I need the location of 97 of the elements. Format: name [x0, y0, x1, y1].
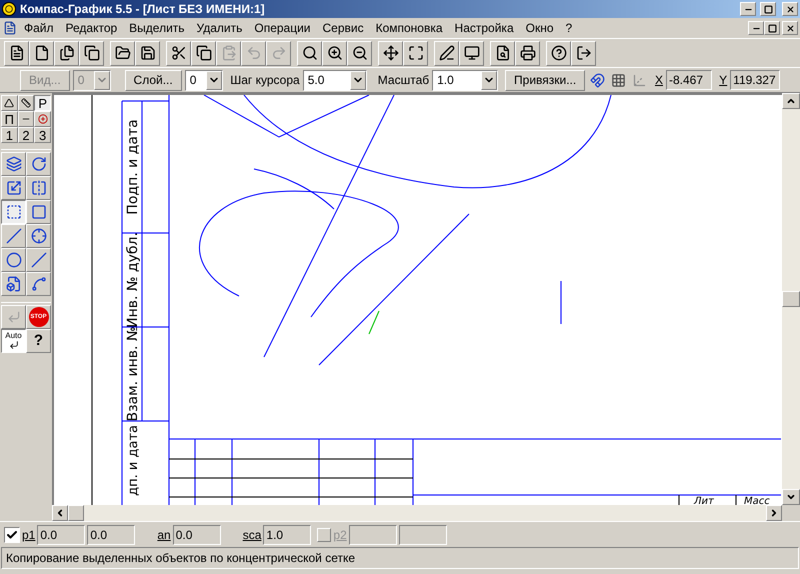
minimize-document-button[interactable]	[748, 21, 764, 35]
preview-icon[interactable]	[490, 40, 515, 66]
x-coordinate-field: -8.467	[666, 70, 712, 90]
maximize-icon	[768, 24, 776, 32]
menu-item[interactable]: Настройка	[448, 19, 520, 37]
maximize-button[interactable]	[760, 2, 776, 16]
document-icon[interactable]	[2, 20, 18, 36]
mode-icon[interactable]	[34, 111, 51, 127]
mode-icon[interactable]	[18, 111, 34, 127]
magnifier-icon[interactable]	[297, 40, 322, 66]
menu-item[interactable]: Выделить	[123, 19, 191, 37]
scale-factor-field[interactable]: 1.0	[263, 524, 312, 544]
check-icon	[6, 528, 18, 540]
x-coordinate-label: X	[654, 72, 663, 89]
title-block-label: Лит	[694, 496, 714, 505]
scale-label: Масштаб	[378, 72, 430, 89]
pages-icon[interactable]	[79, 40, 104, 66]
p1-label: p1	[22, 526, 36, 544]
mirror-icon[interactable]	[26, 176, 51, 200]
menu-item[interactable]: Удалить	[190, 19, 248, 37]
dropdown-field[interactable]: 1.0	[432, 70, 498, 90]
mode-icon[interactable]	[18, 95, 34, 111]
scroll-up-icon[interactable]	[782, 93, 800, 109]
p1-checkbox[interactable]	[4, 526, 20, 542]
maximize-icon	[764, 4, 772, 14]
mode-button[interactable]: 3	[34, 127, 51, 143]
stamp-label: Подп. и дата	[125, 119, 141, 215]
cursor-step-label: Шаг курсора	[230, 72, 300, 89]
scroll-right-icon[interactable]	[766, 505, 782, 521]
exit-door-icon[interactable]	[571, 40, 596, 66]
stamp-label: Взам. инв. №	[125, 326, 141, 422]
menu-item[interactable]: Окно	[520, 19, 560, 37]
angle-field[interactable]: 0.0	[172, 524, 221, 544]
horizontal-scrollbar[interactable]	[52, 505, 782, 521]
restore-document-button[interactable]	[764, 21, 780, 35]
dropdown-field[interactable]: 0	[184, 70, 224, 90]
help-icon[interactable]	[546, 40, 571, 66]
scroll-thumb[interactable]	[782, 291, 800, 307]
mode-icon[interactable]	[1, 95, 18, 111]
zoom-out-icon[interactable]	[347, 40, 372, 66]
vertical-scrollbar[interactable]	[782, 93, 800, 505]
menu-item[interactable]: Сервис	[316, 19, 370, 37]
open-folder-icon[interactable]	[110, 40, 135, 66]
scale-factor-label: sca	[242, 526, 262, 544]
blank-page-icon[interactable]	[29, 40, 54, 66]
enter-arrow-icon	[8, 340, 18, 350]
menu-item[interactable]: Компоновка	[370, 19, 449, 37]
save-icon[interactable]	[135, 40, 160, 66]
scroll-down-icon[interactable]	[782, 489, 800, 505]
dropdown-field[interactable]: 5.0	[302, 70, 367, 90]
coordinate-field[interactable]: 0.0	[37, 524, 86, 544]
scale-shape-icon[interactable]	[1, 176, 26, 200]
auto-button[interactable]: Auto	[1, 329, 26, 353]
angle-label: an	[157, 526, 171, 544]
curve-icon[interactable]	[26, 272, 51, 296]
new-document-icon[interactable]	[4, 40, 29, 66]
coordinate-field[interactable]	[398, 524, 447, 544]
stamp-label: Инв. № дубл.	[125, 232, 141, 328]
stamp-label: дп. и дата	[126, 425, 141, 496]
close-button[interactable]	[782, 2, 798, 16]
help-button[interactable]: ?	[26, 329, 51, 353]
app-logo-icon	[2, 2, 16, 16]
snaps-button[interactable]: Привязки...	[505, 70, 586, 90]
title-block-label: Масс	[744, 496, 770, 505]
mode-button[interactable]: 1	[1, 127, 18, 143]
cut-icon[interactable]	[166, 40, 191, 66]
scroll-thumb[interactable]	[68, 505, 84, 521]
line-segment	[560, 280, 562, 324]
pen-icon[interactable]	[434, 40, 459, 66]
menu-item[interactable]: Файл	[18, 19, 60, 37]
menu-item[interactable]: ?	[560, 19, 578, 37]
menu-item[interactable]: Операции	[248, 19, 316, 37]
menu-item[interactable]: Редактор	[60, 19, 124, 37]
coordinate-field[interactable]	[348, 524, 397, 544]
scroll-left-icon[interactable]	[52, 505, 68, 521]
close-document-button[interactable]	[782, 21, 798, 35]
mode-button[interactable]: Р	[34, 95, 51, 111]
zoom-in-icon[interactable]	[322, 40, 347, 66]
screen-icon[interactable]	[459, 40, 484, 66]
coordinate-field[interactable]: 0.0	[87, 524, 136, 544]
layer-button[interactable]: Слой...	[124, 70, 182, 90]
window-title: Компас-График 5.5 - [Лист БЕЗ ИМЕНИ:1]	[20, 1, 266, 18]
p2-label: p2	[333, 526, 347, 544]
mode-button[interactable]: 2	[18, 127, 34, 143]
y-coordinate-label: Y	[719, 72, 728, 89]
text-page-icon[interactable]	[54, 40, 79, 66]
rotate-shape-icon[interactable]	[26, 152, 51, 176]
mode-button[interactable]: П	[1, 111, 18, 127]
fit-frame-icon[interactable]	[403, 40, 428, 66]
y-coordinate-field: 119.327	[730, 70, 780, 90]
close-icon	[786, 4, 794, 14]
minimize-button[interactable]	[740, 2, 756, 16]
print-icon[interactable]	[515, 40, 540, 66]
status-bar: Копирование выделенных объектов по концентрической сетке	[1, 547, 799, 569]
move-arrows-icon[interactable]	[378, 40, 403, 66]
copy-icon[interactable]	[191, 40, 216, 66]
close-icon	[786, 24, 794, 32]
